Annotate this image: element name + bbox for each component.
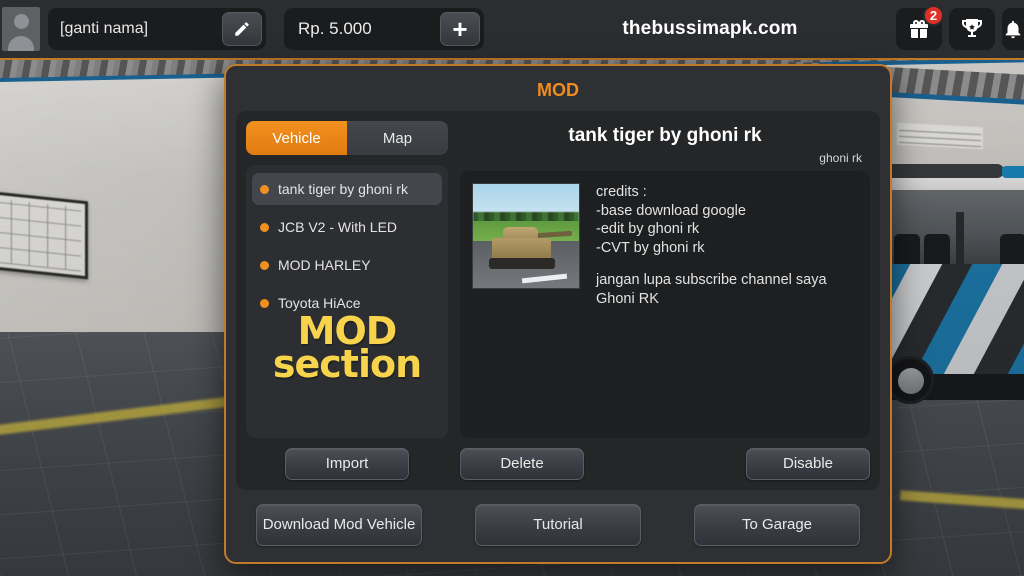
import-row: Import: [246, 448, 448, 480]
description-line: Ghoni RK: [596, 290, 659, 307]
mod-detail-author: ghoni rk: [819, 151, 862, 165]
tab-vehicle[interactable]: Vehicle: [246, 121, 347, 155]
mod-detail-title: tank tiger by ghoni rk: [568, 125, 762, 146]
description-line: -CVT by ghoni rk: [596, 239, 705, 256]
description-line: credits :: [596, 184, 647, 200]
mod-dialog-title: MOD: [537, 80, 579, 100]
disable-button[interactable]: Disable: [746, 448, 870, 480]
mod-detail-box: credits : -base download google -edit by…: [460, 171, 870, 438]
list-item-label: tank tiger by ghoni rk: [278, 181, 408, 197]
game-screen: [ganti nama] Rp. 5.000 + thebussimapk.co…: [0, 0, 1024, 576]
list-item-label: JCB V2 - With LED: [278, 219, 398, 235]
mod-detail-panel: tank tiger by ghoni rk ghoni rk credits …: [460, 121, 870, 480]
money-amount-label: Rp. 5.000: [298, 19, 372, 38]
list-item[interactable]: tank tiger by ghoni rk: [252, 173, 442, 205]
hud-icon-group: 2: [896, 5, 1024, 50]
tab-map[interactable]: Map: [347, 121, 448, 155]
description-line: jangan lupa subscribe channel saya: [596, 272, 827, 289]
mod-list[interactable]: tank tiger by ghoni rk JCB V2 - With LED…: [246, 165, 448, 438]
list-item-label: MOD HARLEY: [278, 257, 371, 273]
wall-note: [897, 122, 983, 150]
list-item[interactable]: JCB V2 - With LED: [252, 211, 442, 243]
pencil-icon[interactable]: [222, 12, 262, 46]
player-name-field[interactable]: [ganti nama]: [48, 8, 266, 50]
gift-icon[interactable]: 2: [896, 5, 944, 50]
player-name-label: [ganti nama]: [60, 20, 149, 37]
mod-dialog-body: Vehicle Map tank tiger by ghoni rk JCB V…: [236, 111, 880, 490]
wall-whiteboard: [0, 190, 88, 280]
tutorial-button[interactable]: Tutorial: [475, 504, 641, 546]
bullet-icon: [260, 260, 269, 270]
mod-section-watermark: MOD section: [246, 312, 448, 386]
bullet-icon: [260, 222, 269, 232]
list-item[interactable]: MOD HARLEY: [252, 249, 442, 281]
bus-vehicle: [884, 164, 1024, 428]
download-mod-vehicle-button[interactable]: Download Mod Vehicle: [256, 504, 422, 546]
mod-dialog: MOD Vehicle Map tank tiger by ghoni rk J…: [224, 64, 892, 564]
bullet-icon: [260, 184, 269, 194]
to-garage-button[interactable]: To Garage: [694, 504, 860, 546]
mod-left-panel: Vehicle Map tank tiger by ghoni rk JCB V…: [246, 121, 448, 480]
mod-detail-actions: Delete Disable: [460, 448, 870, 480]
bell-icon[interactable]: [1002, 8, 1024, 50]
tank-thumbnail: [472, 183, 580, 289]
top-hud-bar: [ganti nama] Rp. 5.000 + thebussimapk.co…: [0, 0, 1024, 60]
gift-badge-count: 2: [923, 5, 944, 26]
mod-dialog-footer: Download Mod Vehicle Tutorial To Garage: [226, 490, 890, 562]
delete-button[interactable]: Delete: [460, 448, 584, 480]
add-money-button[interactable]: +: [440, 12, 480, 46]
avatar[interactable]: [2, 7, 40, 51]
description-line: -base download google: [596, 202, 746, 219]
mod-type-tabs: Vehicle Map: [246, 121, 448, 155]
description-line: -edit by ghoni rk: [596, 221, 700, 238]
trophy-icon[interactable]: [949, 8, 995, 50]
watermark-line-2: section: [272, 341, 422, 386]
money-field[interactable]: Rp. 5.000 +: [284, 8, 484, 50]
page-title: thebussimapk.com: [622, 18, 798, 39]
import-button[interactable]: Import: [285, 448, 409, 480]
mod-description: credits : -base download google -edit by…: [596, 183, 858, 426]
bullet-icon: [260, 298, 269, 308]
